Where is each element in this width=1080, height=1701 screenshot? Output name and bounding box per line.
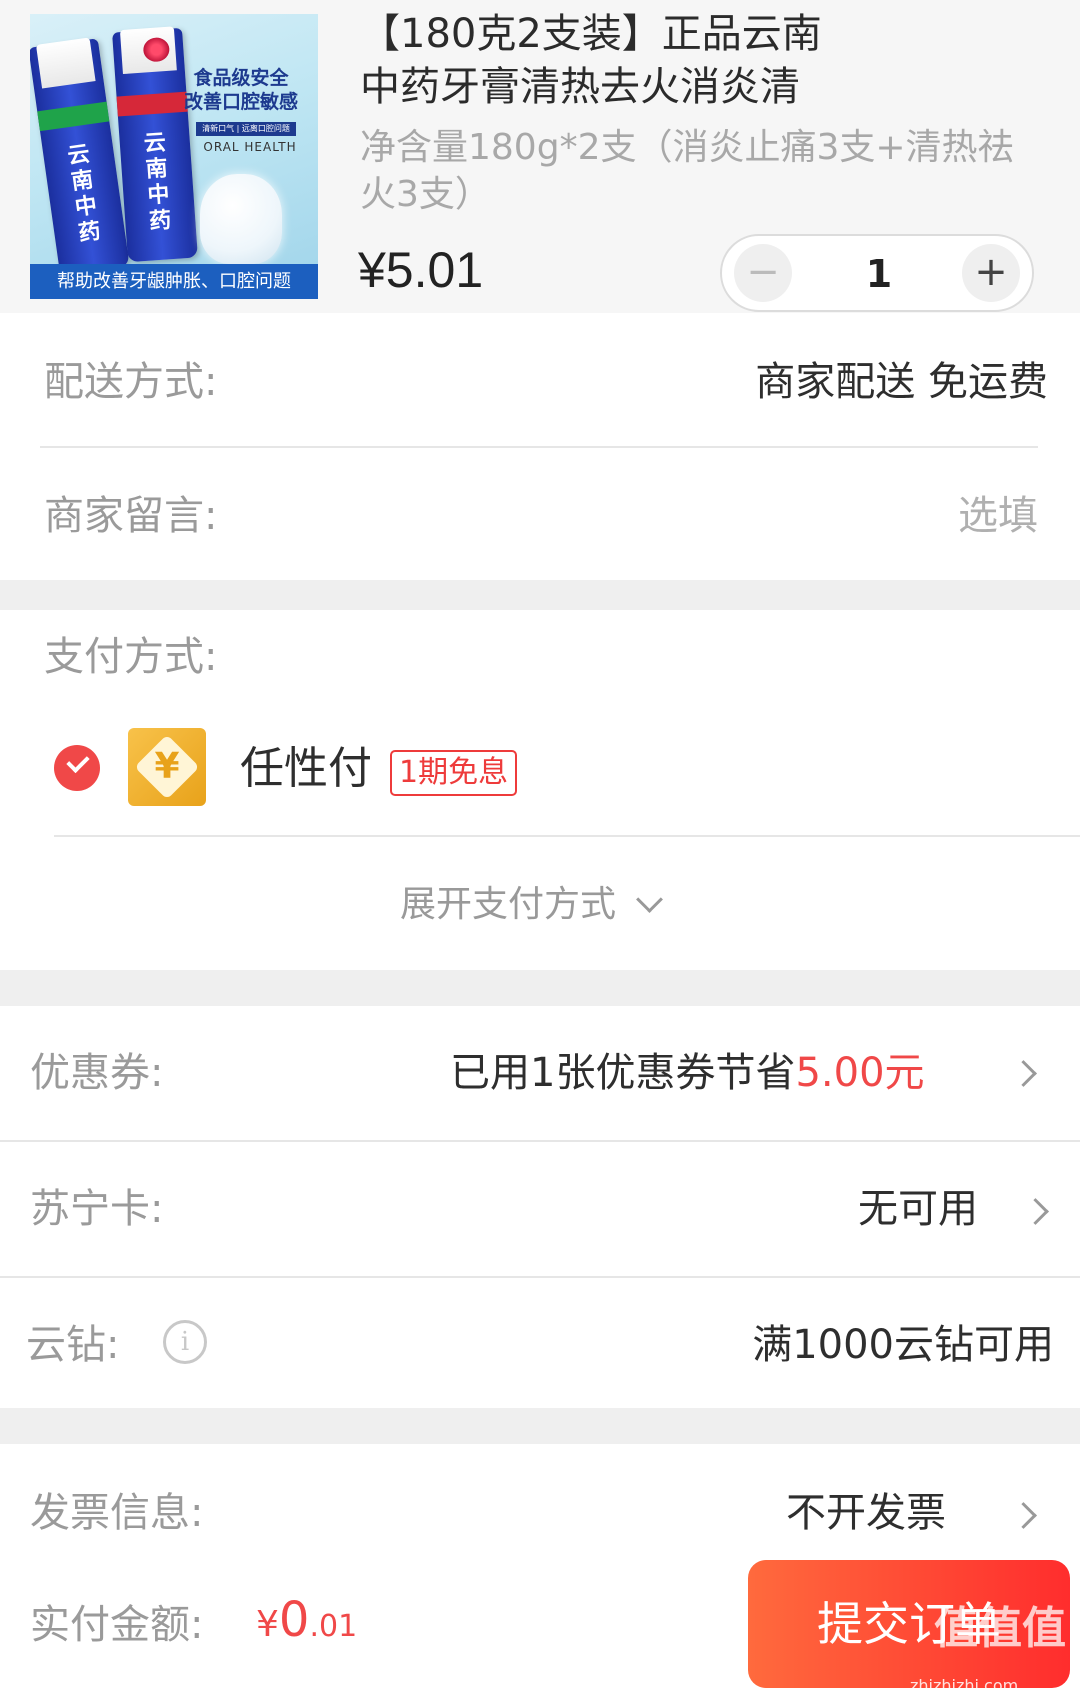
watermark-logo: 值值值	[934, 1603, 1066, 1654]
check-icon[interactable]	[54, 745, 100, 791]
quantity-stepper: − 1 +	[720, 234, 1034, 312]
toothpaste-tube-image: 云南中药	[112, 26, 198, 263]
payment-label: 支付方式:	[44, 634, 218, 680]
renxingfu-pay-icon: ¥	[128, 728, 206, 806]
divider	[54, 835, 1080, 837]
message-label: 商家留言:	[44, 493, 218, 539]
image-promo-tags: 清新口气 | 远离口腔问题	[196, 122, 296, 136]
invoice-row[interactable]: 发票信息: 不开发票	[0, 1444, 1080, 1564]
yunzuan-label: 云钻:	[26, 1322, 120, 1368]
installment-badge: 1期免息	[390, 750, 518, 796]
yunzuan-value: 满1000云钻可用	[752, 1322, 1054, 1368]
product-title: 【180克2支装】正品云南 中药牙膏清热去火消炎清	[360, 11, 822, 110]
product-sku: 净含量180g*2支（消炎止痛3支+清热祛 火3支）	[360, 127, 1014, 215]
suning-card-label: 苏宁卡:	[30, 1186, 164, 1232]
total-amount: ¥0.01	[256, 1592, 358, 1648]
minus-icon[interactable]: −	[734, 244, 792, 302]
coupon-value: 已用1张优惠券节省5.00元	[450, 1050, 925, 1096]
expand-payment-button[interactable]: 展开支付方式	[400, 880, 663, 930]
image-promo-english: ORAL HEALTH	[203, 140, 297, 154]
chevron-down-icon	[636, 886, 663, 913]
image-bottom-banner: 帮助改善牙龈肿胀、口腔问题	[30, 264, 318, 299]
product-card: 云南中药 云南中药 食品级安全 改善口腔敏感 清新口气 | 远离口腔问题 ORA…	[0, 0, 1080, 313]
delivery-label: 配送方式:	[44, 359, 218, 405]
message-input[interactable]: 选填	[958, 491, 1038, 541]
product-thumbnail[interactable]: 云南中药 云南中药 食品级安全 改善口腔敏感 清新口气 | 远离口腔问题 ORA…	[30, 14, 318, 299]
payment-method-name[interactable]: 任性付	[240, 744, 372, 794]
chevron-right-icon	[1022, 1198, 1049, 1225]
watermark: zhizhizhi.com	[910, 1676, 1019, 1695]
info-icon[interactable]: i	[163, 1320, 207, 1364]
divider	[0, 1276, 1080, 1278]
plus-icon[interactable]: +	[962, 244, 1020, 302]
delivery-value[interactable]: 商家配送 免运费	[755, 357, 1048, 407]
product-price: ¥5.01	[358, 242, 484, 298]
expand-payment-label: 展开支付方式	[400, 884, 617, 925]
suning-card-value: 无可用	[858, 1186, 978, 1232]
invoice-label: 发票信息:	[30, 1490, 204, 1536]
tooth-illustration	[200, 174, 282, 264]
total-label: 实付金额:	[30, 1602, 204, 1648]
chevron-right-icon	[1010, 1060, 1037, 1087]
coupon-row[interactable]: 优惠券: 已用1张优惠券节省5.00元	[0, 1006, 1080, 1140]
image-promo-text: 食品级安全 改善口腔敏感	[183, 67, 298, 113]
divider	[40, 446, 1038, 448]
chevron-right-icon	[1010, 1502, 1037, 1529]
suning-card-row[interactable]: 苏宁卡: 无可用	[0, 1142, 1080, 1276]
quantity-value[interactable]: 1	[822, 246, 936, 302]
discount-card: 优惠券: 已用1张优惠券节省5.00元 苏宁卡: 无可用 云钻: 满1000云钻…	[0, 1006, 1080, 1408]
coupon-label: 优惠券:	[30, 1050, 164, 1096]
invoice-value: 不开发票	[786, 1490, 946, 1536]
delivery-message-card: 配送方式: 商家配送 免运费 商家留言: 选填	[0, 313, 1080, 580]
